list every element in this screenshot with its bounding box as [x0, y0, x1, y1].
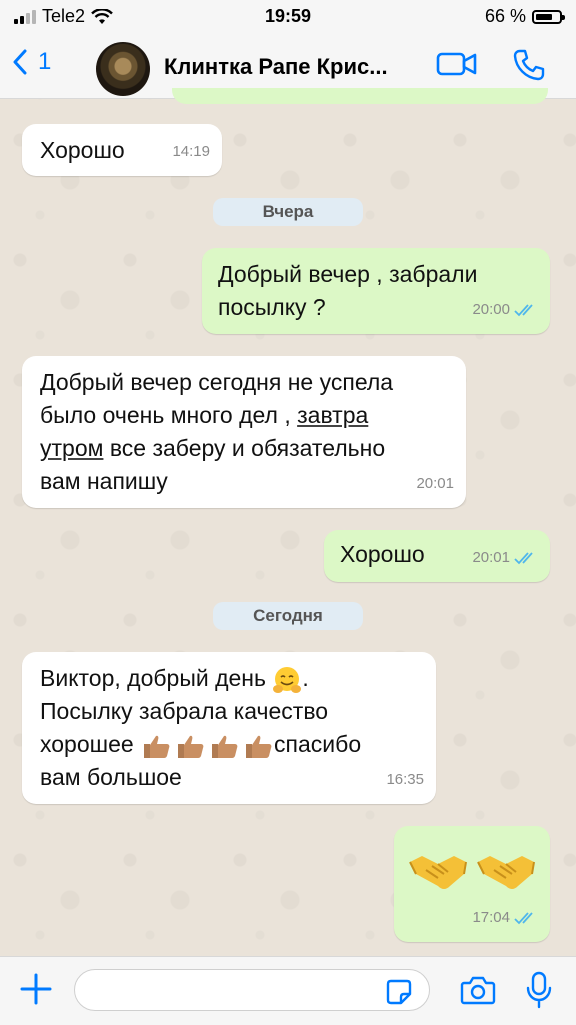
- message-time: 16:35: [386, 771, 424, 788]
- unread-count: 1: [38, 48, 52, 75]
- message-meta: 17:04: [472, 901, 538, 934]
- message-time: 20:01: [472, 549, 510, 566]
- message-line: Добрый вечер сегодня не успела: [40, 369, 394, 395]
- double-check-icon: [514, 911, 533, 924]
- message-time: 20:00: [472, 301, 510, 318]
- thumbs-up-emoji: [140, 732, 274, 760]
- date-separator: Вчера: [213, 198, 363, 226]
- date-separator: Сегодня: [213, 602, 363, 630]
- message-line: вам большое: [40, 764, 182, 790]
- plus-icon[interactable]: [18, 971, 54, 1007]
- message-incoming[interactable]: Виктор, добрый день . Посылку забрала ка…: [22, 652, 436, 804]
- message-line: было очень много дел ,: [40, 402, 298, 428]
- status-bar: Tele2 19:59 66 %: [0, 0, 576, 34]
- message-incoming[interactable]: Хорошо 14:19: [22, 124, 222, 176]
- chevron-left-icon: [13, 49, 27, 75]
- message-time: 17:04: [472, 909, 510, 926]
- avatar[interactable]: [96, 42, 150, 96]
- video-call-icon[interactable]: [436, 50, 478, 78]
- input-bar: [0, 956, 576, 1025]
- message-outgoing[interactable]: Хорошо 20:01: [324, 530, 550, 582]
- message-line: .: [302, 665, 309, 691]
- message-line: хорошее: [40, 731, 134, 757]
- hugging-face-emoji: [273, 666, 302, 693]
- handshake-emoji: [477, 856, 535, 889]
- message-line: все заберу и обязательно: [103, 435, 386, 461]
- back-button[interactable]: 1: [12, 48, 51, 76]
- message-line: Посылку забрала качество: [40, 698, 329, 724]
- message-line: спасибо: [274, 731, 362, 757]
- previous-message-fragment: [172, 88, 548, 104]
- date-link[interactable]: завтра: [297, 402, 368, 428]
- message-text: Хорошо: [40, 137, 125, 163]
- sticker-icon[interactable]: [386, 979, 412, 1005]
- handshake-emoji-group: [408, 844, 536, 894]
- message-outgoing[interactable]: 17:04: [394, 826, 550, 942]
- camera-icon[interactable]: [460, 975, 496, 1005]
- microphone-icon[interactable]: [526, 971, 552, 1009]
- message-outgoing[interactable]: Добрый вечер , забрали посылку ? 20:00: [202, 248, 550, 334]
- message-meta: 20:00: [472, 293, 538, 326]
- phone-call-icon[interactable]: [512, 48, 546, 82]
- message-input[interactable]: [74, 969, 430, 1011]
- message-line: вам напишу: [40, 468, 168, 494]
- battery-icon: [532, 9, 565, 24]
- date-link[interactable]: утром: [40, 435, 103, 461]
- message-line: Виктор, добрый день: [40, 665, 266, 691]
- message-line: Добрый вечер , забрали: [218, 261, 478, 287]
- contact-name[interactable]: Клинтка Рапе Крис...: [164, 54, 420, 80]
- double-check-icon: [514, 551, 533, 564]
- message-text: Хорошо: [340, 541, 425, 567]
- battery-percent: 66 %: [484, 6, 526, 26]
- double-check-icon: [514, 303, 533, 316]
- message-meta: 20:01: [472, 541, 538, 574]
- message-incoming[interactable]: Добрый вечер сегодня не успела было очен…: [22, 356, 466, 508]
- handshake-emoji: [409, 856, 467, 889]
- message-line: посылку ?: [218, 294, 326, 320]
- message-time: 14:19: [172, 143, 210, 160]
- message-time: 20:01: [416, 475, 454, 492]
